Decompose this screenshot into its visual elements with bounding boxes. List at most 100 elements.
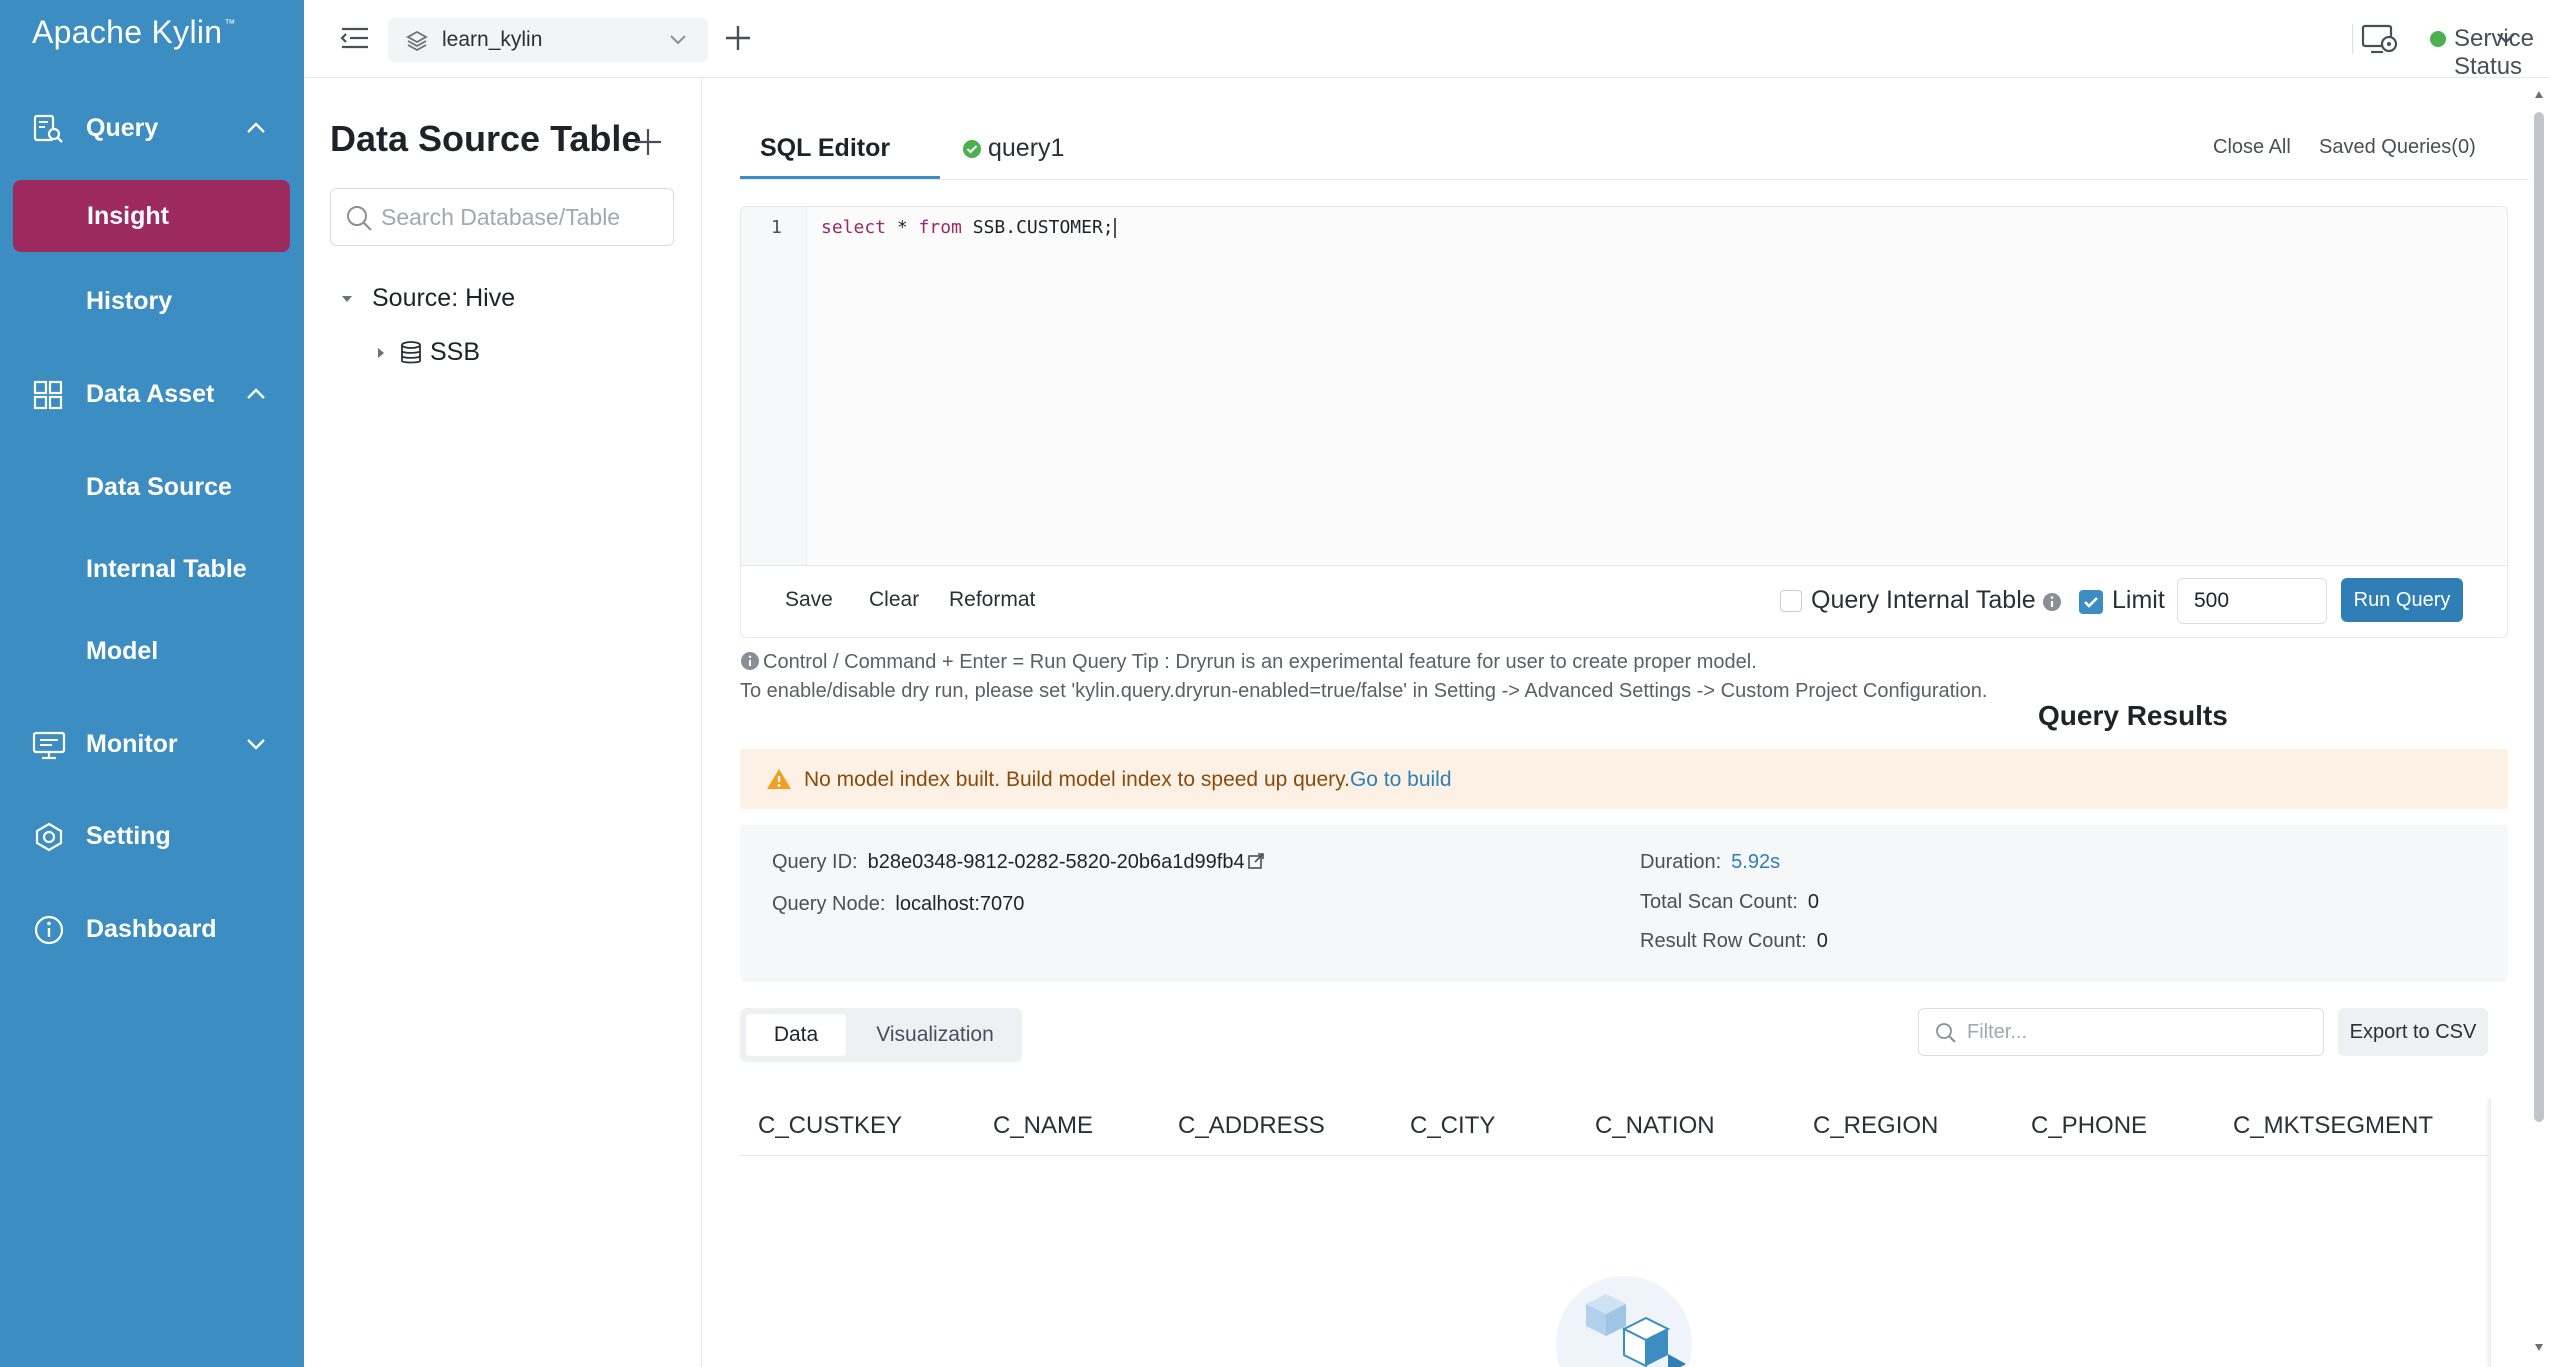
tab-label: SQL Editor bbox=[760, 134, 891, 162]
tab-data[interactable]: Data bbox=[746, 1014, 846, 1056]
nav-group-query[interactable]: Query bbox=[0, 100, 304, 156]
brand-trademark: ™ bbox=[224, 18, 236, 30]
checkmark-icon bbox=[2084, 597, 2098, 608]
sidebar-item-history[interactable]: History bbox=[86, 287, 172, 316]
close-all-button[interactable]: Close All bbox=[2213, 136, 2291, 159]
chevron-down-icon[interactable] bbox=[2494, 28, 2518, 48]
query-id-row: Query ID: b28e0348-9812-0282-5820-20b6a1d… bbox=[772, 851, 1265, 874]
search-input[interactable] bbox=[381, 189, 667, 245]
page-scrollbar[interactable] bbox=[2529, 78, 2549, 1367]
nav-group-label: Query bbox=[86, 113, 159, 142]
tab-label: Visualization bbox=[876, 1023, 994, 1046]
project-select[interactable]: learn_kylin bbox=[388, 18, 708, 62]
query-id-value: b28e0348-9812-0282-5820-20b6a1d99fb4 bbox=[867, 851, 1245, 873]
column-header[interactable]: C_CITY bbox=[1410, 1112, 1495, 1140]
table-search-box bbox=[330, 188, 674, 246]
save-button[interactable]: Save bbox=[785, 588, 833, 612]
nav-group-data-asset[interactable]: Data Asset bbox=[0, 366, 304, 422]
info-icon[interactable] bbox=[2041, 591, 2063, 613]
total-scan-row: Total Scan Count: 0 bbox=[1640, 891, 1819, 914]
scroll-up-icon[interactable] bbox=[2534, 90, 2544, 100]
code-line[interactable]: select * from SSB.CUSTOMER; bbox=[821, 217, 1116, 238]
sidebar-item-label: Model bbox=[86, 637, 159, 665]
info-icon bbox=[741, 652, 759, 670]
column-header[interactable]: C_CUSTKEY bbox=[758, 1112, 902, 1140]
sidebar-item-insight[interactable]: Insight bbox=[13, 180, 290, 252]
screen-settings-icon[interactable] bbox=[2359, 22, 2399, 56]
query-node-label: Query Node: bbox=[772, 893, 886, 915]
add-project-icon[interactable] bbox=[720, 20, 756, 56]
row-count-row: Result Row Count: 0 bbox=[1640, 930, 1828, 953]
external-link-icon[interactable] bbox=[1247, 852, 1265, 870]
tree-node-ssb[interactable]: SSB bbox=[374, 338, 480, 367]
limit-input[interactable] bbox=[2177, 578, 2327, 624]
query-internal-table-checkbox[interactable] bbox=[1780, 590, 1802, 612]
row-count-label: Result Row Count: bbox=[1640, 930, 1807, 952]
tab-sql-editor[interactable]: SQL Editor bbox=[760, 134, 890, 163]
column-header[interactable]: C_NATION bbox=[1595, 1112, 1715, 1140]
tab-divider bbox=[740, 179, 2529, 180]
query-results-title: Query Results bbox=[2038, 700, 2228, 731]
nav-group-label: Data Asset bbox=[86, 379, 215, 408]
tab-query1[interactable]: query1 bbox=[962, 134, 1064, 163]
saved-queries-button[interactable]: Saved Queries(0) bbox=[2319, 136, 2476, 159]
scrollbar-thumb[interactable] bbox=[2534, 112, 2544, 1122]
chevron-down-icon bbox=[670, 35, 686, 45]
run-query-button[interactable]: Run Query bbox=[2341, 578, 2463, 622]
column-header[interactable]: C_ADDRESS bbox=[1178, 1112, 1325, 1140]
query-internal-table-label: Query Internal Table bbox=[1811, 586, 2036, 614]
code-token: * bbox=[886, 217, 919, 238]
caret-down-icon[interactable] bbox=[340, 292, 354, 306]
query-icon bbox=[33, 114, 63, 143]
check-circle-icon bbox=[963, 139, 981, 158]
nav-group-label: Dashboard bbox=[86, 914, 217, 943]
tree-node-label: SSB bbox=[430, 338, 481, 366]
tab-label: query1 bbox=[988, 134, 1065, 162]
scroll-down-icon[interactable] bbox=[2534, 1342, 2544, 1352]
data-source-panel: Data Source Table Source: Hive SSB bbox=[304, 78, 702, 1367]
filter-input[interactable] bbox=[1967, 1009, 2317, 1055]
export-csv-button[interactable]: Export to CSV bbox=[2338, 1008, 2488, 1056]
brand-logo[interactable]: Apache Kylin ™ bbox=[32, 14, 236, 51]
collapse-menu-icon[interactable] bbox=[340, 24, 370, 52]
column-header[interactable]: C_NAME bbox=[993, 1112, 1093, 1140]
clear-button[interactable]: Clear bbox=[869, 588, 919, 612]
nav-group-dashboard[interactable]: Dashboard bbox=[0, 901, 304, 957]
tab-label: Data bbox=[773, 1023, 819, 1046]
column-header[interactable]: C_PHONE bbox=[2031, 1112, 2147, 1140]
sidebar-item-label: Internal Table bbox=[86, 555, 247, 583]
alert-message: No model index built. Build model index … bbox=[804, 768, 1350, 791]
duration-value[interactable]: 5.92s bbox=[1731, 851, 1780, 873]
hint-text: Control / Command + Enter = Run Query Ti… bbox=[763, 651, 1757, 673]
data-asset-icon bbox=[33, 380, 63, 410]
caret-right-icon[interactable] bbox=[374, 346, 388, 360]
column-header[interactable]: C_REGION bbox=[1813, 1112, 1938, 1140]
sidebar-item-internal-table[interactable]: Internal Table bbox=[86, 555, 247, 584]
query-node-row: Query Node: localhost:7070 bbox=[772, 893, 1024, 916]
result-filter-box bbox=[1918, 1008, 2324, 1056]
result-view-toggle: Data Visualization bbox=[740, 1008, 1022, 1062]
sidebar-item-data-source[interactable]: Data Source bbox=[86, 473, 232, 502]
tab-visualization[interactable]: Visualization bbox=[860, 1014, 1010, 1056]
project-name: learn_kylin bbox=[442, 28, 543, 51]
limit-checkbox[interactable] bbox=[2079, 590, 2103, 614]
total-scan-label: Total Scan Count: bbox=[1640, 891, 1798, 913]
tree-node-source-hive[interactable]: Source: Hive bbox=[340, 284, 515, 313]
go-to-build-link[interactable]: Go to build bbox=[1350, 768, 1452, 791]
nav-group-monitor[interactable]: Monitor bbox=[0, 716, 304, 772]
results-table-header: C_CUSTKEY C_NAME C_ADDRESS C_CITY C_NATI… bbox=[740, 1098, 2488, 1156]
reformat-button[interactable]: Reformat bbox=[949, 588, 1035, 612]
duration-row: Duration: 5.92s bbox=[1640, 851, 1780, 874]
nav-group-setting[interactable]: Setting bbox=[0, 808, 304, 864]
code-input-area[interactable] bbox=[807, 207, 2507, 565]
editor-hint: Control / Command + Enter = Run Query Ti… bbox=[740, 648, 1987, 706]
line-gutter: 1 bbox=[741, 207, 807, 565]
add-source-icon[interactable] bbox=[632, 126, 664, 158]
sidebar-item-label: Insight bbox=[87, 201, 169, 230]
sidebar-item-label: Data Source bbox=[86, 473, 232, 501]
sidebar-item-model[interactable]: Model bbox=[86, 637, 158, 666]
sidebar: Apache Kylin ™ Query Insight History Data… bbox=[0, 0, 304, 1367]
code-token: SSB.CUSTOMER; bbox=[961, 217, 1114, 238]
column-header[interactable]: C_MKTSEGMENT bbox=[2233, 1112, 2433, 1140]
hint-text: To enable/disable dry run, please set 'k… bbox=[740, 680, 1988, 702]
